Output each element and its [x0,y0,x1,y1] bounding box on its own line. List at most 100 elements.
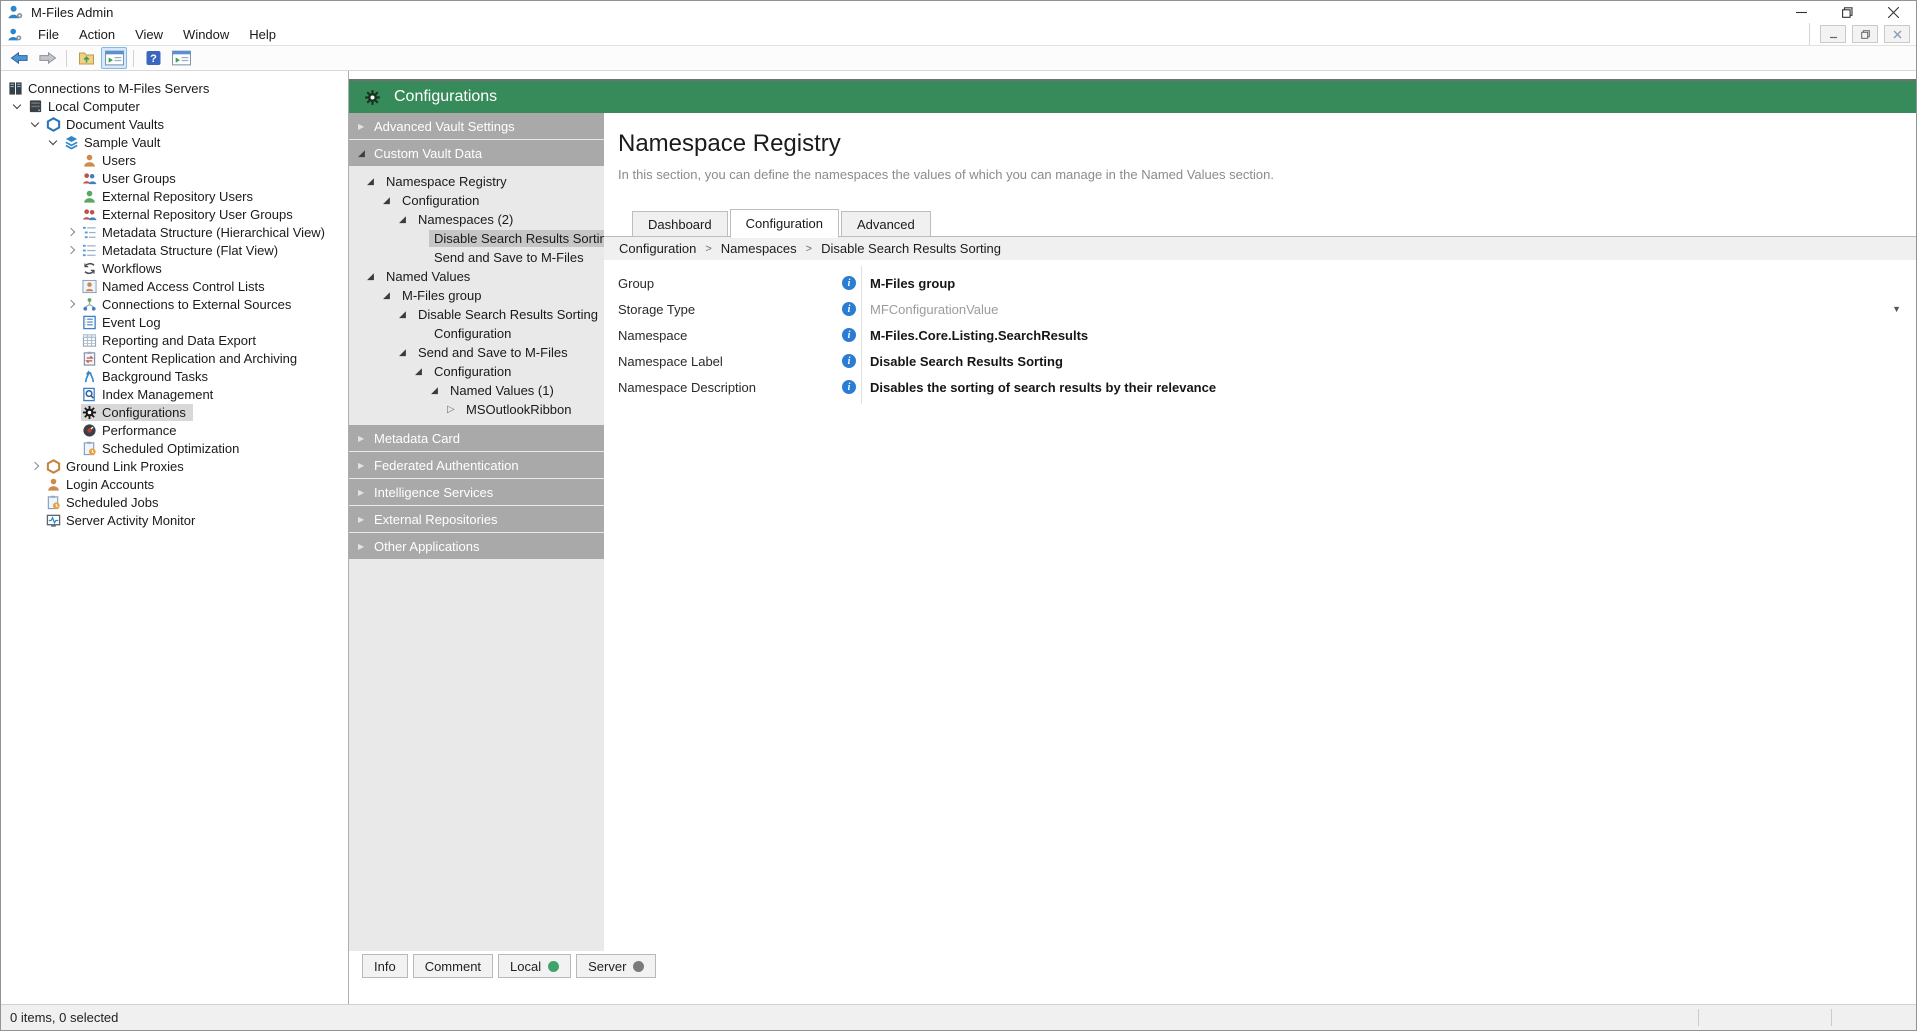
tree-item[interactable]: External Repository Users [1,187,348,205]
close-button[interactable] [1870,1,1916,23]
config-tree-item[interactable]: ◢Configuration [349,191,604,210]
chevron-expanded-icon[interactable] [27,115,45,133]
bottom-tab-comment[interactable]: Comment [413,954,493,978]
chevron-collapsed-icon[interactable] [63,295,81,313]
section-header-external-repositories[interactable]: ▶External Repositories [349,506,604,532]
menu-item-action[interactable]: Action [69,25,125,44]
chevron-expanded-icon[interactable] [45,133,63,151]
tree-item[interactable]: Scheduled Optimization [1,439,348,457]
triangle-expanded-icon[interactable]: ◢ [399,214,413,225]
triangle-expanded-icon[interactable]: ◢ [383,195,397,206]
triangle-expanded-icon[interactable]: ◢ [367,176,381,187]
info-icon[interactable]: i [842,276,861,290]
tree-item[interactable]: Metadata Structure (Hierarchical View) [1,223,348,241]
tree-item[interactable]: Background Tasks [1,367,348,385]
mdi-restore-button[interactable] [1852,25,1878,43]
tree-item[interactable]: Event Log [1,313,348,331]
field-value[interactable]: M-Files.Core.Listing.SearchResults [870,328,1088,343]
tree-item[interactable]: Named Access Control Lists [1,277,348,295]
section-header-intelligence-services[interactable]: ▶Intelligence Services [349,479,604,505]
tree-item[interactable]: Reporting and Data Export [1,331,348,349]
triangle-expanded-icon[interactable]: ◢ [399,347,413,358]
tree-item[interactable]: Connections to M-Files Servers [1,79,348,97]
tree-item[interactable]: Content Replication and Archiving [1,349,348,367]
tree-item[interactable]: Ground Link Proxies [1,457,348,475]
menu-item-help[interactable]: Help [239,25,286,44]
tree-item[interactable]: Connections to External Sources [1,295,348,313]
tree-item[interactable]: External Repository User Groups [1,205,348,223]
tree-item[interactable]: Local Computer [1,97,348,115]
tree-item[interactable]: Configurations [1,403,348,421]
section-header-other-applications[interactable]: ▶Other Applications [349,533,604,559]
restore-button[interactable] [1824,1,1870,23]
tree-item[interactable]: Users [1,151,348,169]
section-header-advanced-vault-settings[interactable]: ▶Advanced Vault Settings [349,113,604,139]
help-button[interactable]: ? [140,47,166,69]
triangle-expanded-icon[interactable]: ◢ [431,385,445,396]
console-button[interactable] [101,47,127,69]
info-icon[interactable]: i [842,380,861,394]
section-header-custom-vault-data[interactable]: ◢Custom Vault Data [349,140,604,166]
tree-item[interactable]: Document Vaults [1,115,348,133]
field-value[interactable]: Disable Search Results Sorting [870,354,1063,369]
field-value[interactable]: MFConfigurationValue [870,302,998,317]
section-header-metadata-card[interactable]: ▶Metadata Card [349,425,604,451]
triangle-expanded-icon[interactable]: ◢ [367,271,381,282]
config-tree-item[interactable]: ◢Send and Save to M-Files [349,343,604,362]
tree-item[interactable]: Workflows [1,259,348,277]
config-tree-item[interactable]: Send and Save to M-Files [349,248,604,267]
info-icon[interactable]: i [842,328,861,342]
config-tree-item[interactable]: ◢Namespace Registry [349,172,604,191]
folder-up-button[interactable] [73,47,99,69]
config-tree-item[interactable]: ◢Namespaces (2) [349,210,604,229]
info-icon[interactable]: i [842,354,861,368]
tree-item[interactable]: Login Accounts [1,475,348,493]
triangle-expanded-icon[interactable]: ◢ [415,366,429,377]
menu-item-window[interactable]: Window [173,25,239,44]
menu-item-view[interactable]: View [125,25,173,44]
field-value[interactable]: M-Files group [870,276,955,291]
menu-item-file[interactable]: File [28,25,69,44]
tab-dashboard[interactable]: Dashboard [632,211,728,237]
tree-item[interactable]: Sample Vault [1,133,348,151]
minimize-button[interactable] [1778,1,1824,23]
chevron-collapsed-icon[interactable] [27,457,45,475]
bottom-tab-info[interactable]: Info [362,954,408,978]
tree-item[interactable]: Server Activity Monitor [1,511,348,529]
config-tree-item[interactable]: ▷MSOutlookRibbon [349,400,604,419]
bottom-tab-local[interactable]: Local [498,954,571,978]
chevron-collapsed-icon[interactable] [63,241,81,259]
tree-item[interactable]: Index Management [1,385,348,403]
bottom-tab-server[interactable]: Server [576,954,656,978]
tree-item[interactable]: User Groups [1,169,348,187]
back-button[interactable] [6,47,32,69]
config-tree-item[interactable]: ◢Named Values (1) [349,381,604,400]
mdi-close-button[interactable] [1884,25,1910,43]
mdi-minimize-button[interactable] [1820,25,1846,43]
dropdown-arrow-icon[interactable]: ▼ [1892,304,1901,314]
config-tree-item[interactable]: ◢M-Files group [349,286,604,305]
section-header-federated-authentication[interactable]: ▶Federated Authentication [349,452,604,478]
chevron-collapsed-icon[interactable] [63,223,81,241]
breadcrumb-item[interactable]: Configuration [619,241,696,256]
config-tree-item[interactable]: Configuration [349,324,604,343]
console-window-button[interactable] [168,47,194,69]
tab-advanced[interactable]: Advanced [841,211,931,237]
info-icon[interactable]: i [842,302,861,316]
breadcrumb-item[interactable]: Disable Search Results Sorting [821,241,1001,256]
config-tree-item[interactable]: Disable Search Results Sorting [349,229,604,248]
triangle-expanded-icon[interactable]: ◢ [399,309,413,320]
chevron-expanded-icon[interactable] [9,97,27,115]
config-tree-item[interactable]: ◢Disable Search Results Sorting [349,305,604,324]
tree-item[interactable]: Performance [1,421,348,439]
breadcrumb-item[interactable]: Namespaces [721,241,797,256]
config-tree-item[interactable]: ◢Configuration [349,362,604,381]
config-tree-item[interactable]: ◢Named Values [349,267,604,286]
triangle-collapsed-icon[interactable]: ▷ [447,404,461,415]
forward-button[interactable] [34,47,60,69]
tree-item[interactable]: Scheduled Jobs [1,493,348,511]
triangle-expanded-icon[interactable]: ◢ [383,290,397,301]
tab-configuration[interactable]: Configuration [730,209,839,238]
tree-item[interactable]: Metadata Structure (Flat View) [1,241,348,259]
field-value[interactable]: Disables the sorting of search results b… [870,380,1216,395]
